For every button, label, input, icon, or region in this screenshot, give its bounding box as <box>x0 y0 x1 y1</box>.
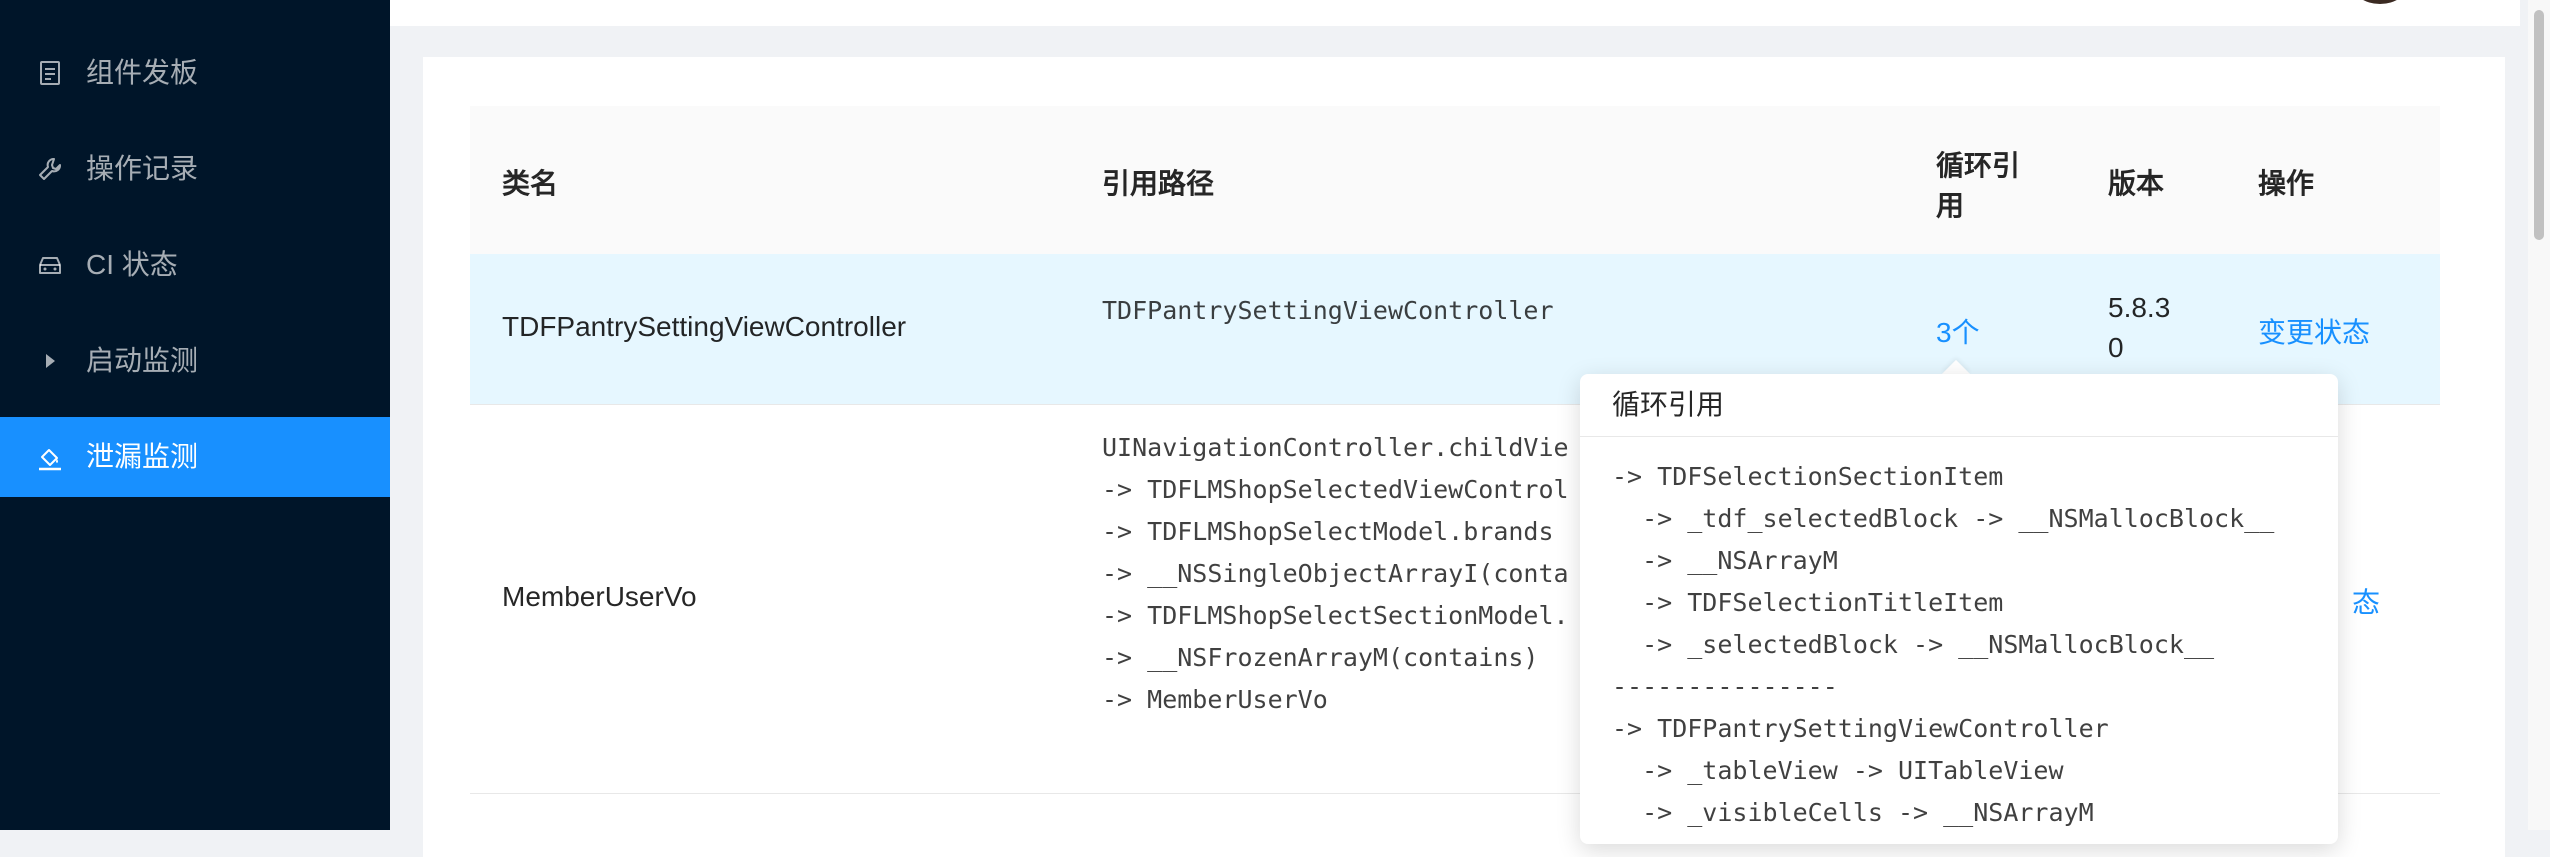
sidebar-item-label: 组件发板 <box>86 57 199 88</box>
cycle-line: -> _selectedBlock -> __NSMallocBlock__ <box>1612 630 2215 659</box>
cycle-line: -> TDFSelectionTitleItem <box>1612 588 2004 617</box>
top-header <box>390 0 2520 26</box>
popover-title: 循环引用 <box>1612 389 1725 420</box>
sidebar-item-leak-monitor[interactable]: 泄漏监测 <box>0 417 390 497</box>
column-header-reference-path: 引用路径 <box>1102 168 1215 199</box>
column-header-action: 操作 <box>2258 168 2315 199</box>
cycle-line: -> _tableView -> UITableView <box>1612 756 2064 785</box>
column-header-cycle-line1: 循环引 <box>1936 150 2021 181</box>
path-line: -> TDFLMShopSelectModel.brands <box>1102 517 1554 546</box>
reference-path-cell: TDFPantrySettingViewController <box>1102 296 1554 325</box>
sidebar-item-startup-monitor[interactable]: 启动监测 <box>0 321 390 401</box>
change-status-button[interactable]: 变更状态 <box>2258 311 2370 351</box>
table-header: 类名 引用路径 循环引 用 版本 操作 <box>470 106 2440 255</box>
reference-path-cell: UINavigationController.childVie -> TDFLM… <box>1102 427 1569 721</box>
column-header-cycle-line2: 用 <box>1936 190 1965 221</box>
sidebar: 组件发板 操作记录 CI 状态 启动监测 泄漏监测 <box>0 0 390 830</box>
car-icon <box>39 257 61 274</box>
wrench-icon <box>39 158 61 180</box>
class-name-cell: TDFPantrySettingViewController <box>502 311 907 342</box>
path-line: -> MemberUserVo <box>1102 685 1328 714</box>
cycle-line: -> TDFPantrySettingViewController <box>1612 714 2109 743</box>
sidebar-item-label: 操作记录 <box>86 153 199 184</box>
divider <box>1580 436 2338 437</box>
column-header-version: 版本 <box>2108 168 2165 199</box>
scrollbar-thumb[interactable] <box>2534 10 2544 240</box>
path-line: -> __NSSingleObjectArrayI(conta <box>1102 559 1569 588</box>
vertical-scrollbar[interactable] <box>2528 0 2550 830</box>
version-cell-line1: 5.8.3 <box>2108 292 2171 323</box>
sidebar-item-ci-status[interactable]: CI 状态 <box>0 225 390 305</box>
class-name-cell: MemberUserVo <box>502 581 697 612</box>
change-status-button[interactable]: 态 <box>2352 581 2380 621</box>
cycle-line: -> __NSArrayM <box>1612 546 1838 575</box>
caret-right-icon <box>46 354 55 368</box>
path-line: UINavigationController.childVie <box>1102 433 1569 462</box>
sidebar-item-component-release[interactable]: 组件发板 <box>0 33 390 113</box>
paint-bucket-icon <box>39 449 61 471</box>
popover-body: -> TDFSelectionSectionItem -> _tdf_selec… <box>1612 456 2274 834</box>
path-line: -> __NSFrozenArrayM(contains) <box>1102 643 1539 672</box>
cycle-reference-popover: 循环引用 -> TDFSelectionSectionItem -> _tdf_… <box>1580 374 2338 844</box>
cycle-separator: --------------- <box>1612 672 1838 701</box>
document-icon <box>40 61 60 85</box>
cycle-line: -> TDFSelectionSectionItem <box>1612 462 2004 491</box>
sidebar-item-label: CI 状态 <box>86 249 178 280</box>
path-line: -> TDFLMShopSelectedViewControl <box>1102 475 1569 504</box>
sidebar-item-label: 启动监测 <box>86 345 199 376</box>
path-line: -> TDFLMShopSelectSectionModel. <box>1102 601 1569 630</box>
cycle-line: -> _visibleCells -> __NSArrayM <box>1612 798 2094 827</box>
sidebar-item-label: 泄漏监测 <box>86 441 199 472</box>
column-header-class-name: 类名 <box>502 168 559 199</box>
cycle-line: -> _tdf_selectedBlock -> __NSMallocBlock… <box>1612 504 2275 533</box>
cycle-count-link[interactable]: 3个 <box>1936 311 1980 351</box>
version-cell-line2: 0 <box>2108 332 2124 363</box>
sidebar-item-operation-log[interactable]: 操作记录 <box>0 129 390 209</box>
